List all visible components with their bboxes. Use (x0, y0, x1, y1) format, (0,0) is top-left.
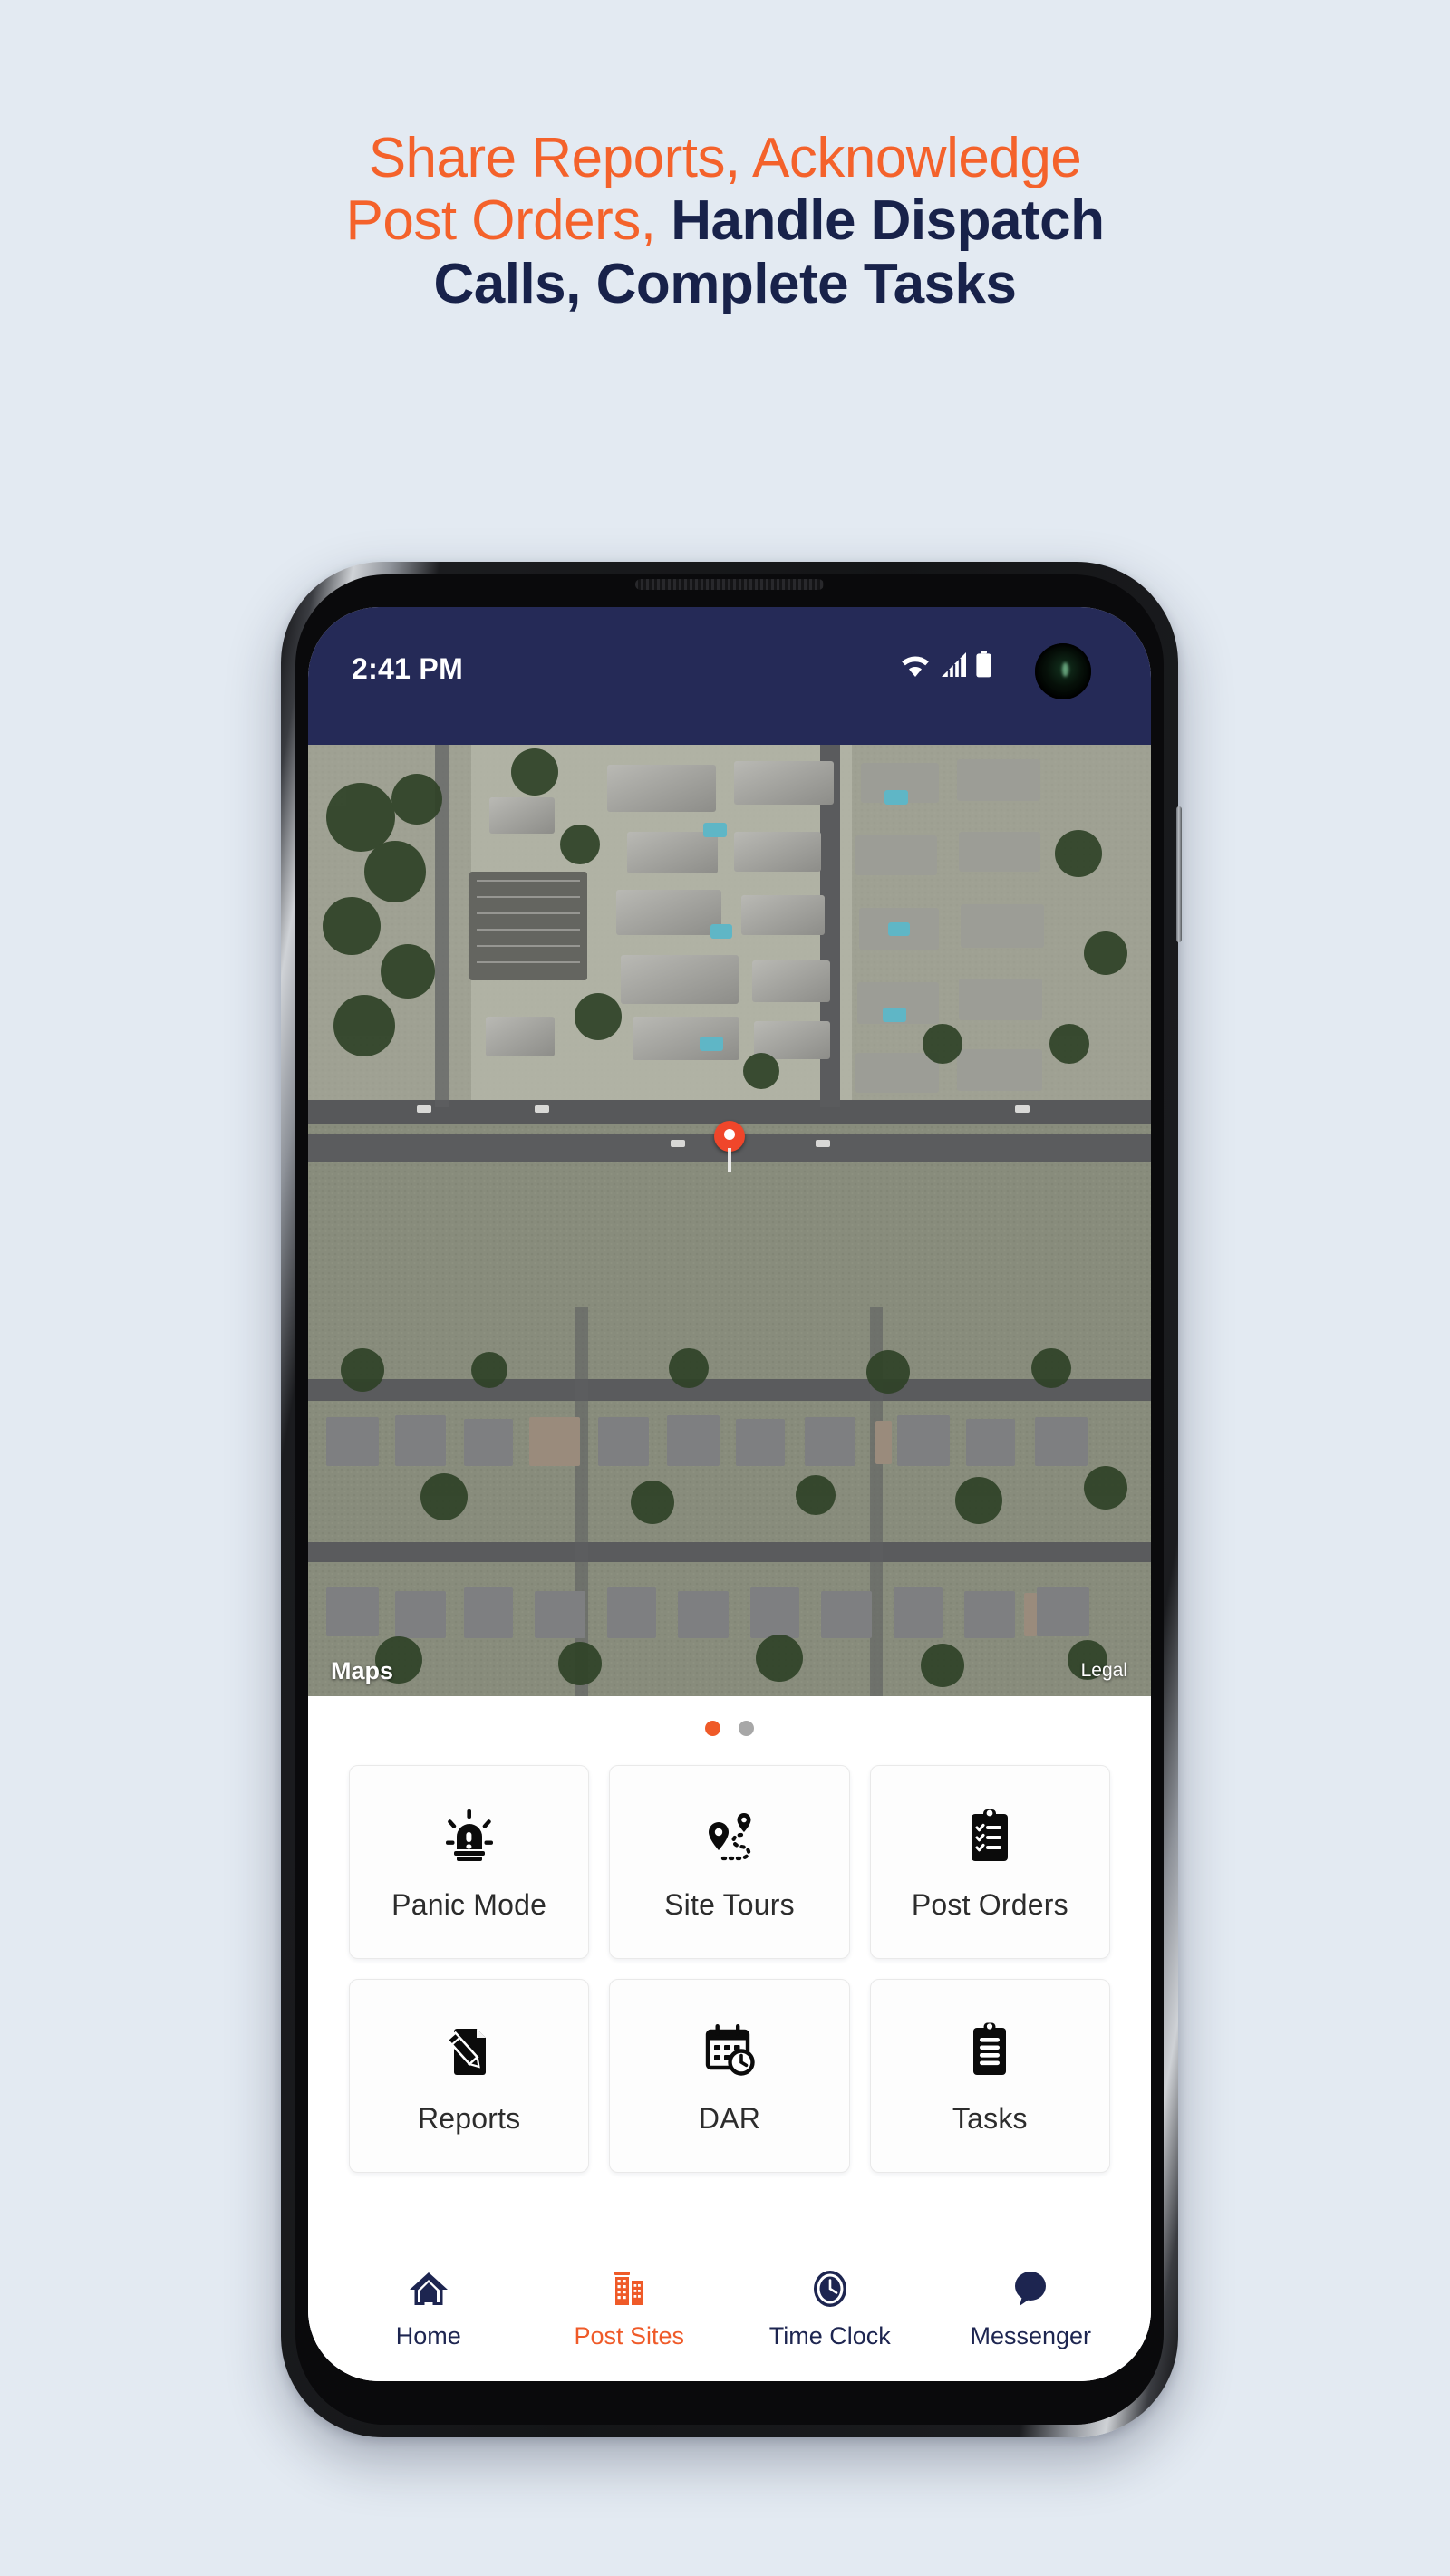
shortcut-card-dar[interactable]: DAR (609, 1979, 850, 2173)
promo-headline: Share Reports, Acknowledge Post Orders, … (0, 127, 1450, 315)
headline-line-2-orange: Post Orders, (345, 189, 657, 253)
earpiece-speaker-icon (635, 579, 824, 590)
chat-bubble-icon (1010, 2267, 1051, 2311)
shortcut-label: DAR (698, 2101, 761, 2135)
headline-line-1: Share Reports, Acknowledge (368, 127, 1082, 189)
cellular-signal-icon (940, 652, 967, 678)
headline-line-3: Calls, Complete Tasks (433, 252, 1017, 315)
shortcut-label: Tasks (952, 2101, 1028, 2135)
home-icon (408, 2267, 450, 2311)
location-pin-marker[interactable] (714, 1121, 745, 1152)
clipboard-lines-icon (956, 2017, 1023, 2084)
phone-bottom-bezel (308, 2381, 1151, 2425)
headline-line-2-navy: Handle Dispatch (655, 189, 1105, 253)
nav-label: Messenger (970, 2322, 1092, 2349)
battery-icon (975, 651, 992, 678)
clipboard-checklist-icon (956, 1803, 1023, 1870)
shortcut-card-reports[interactable]: Reports (349, 1979, 590, 2173)
carousel-dot-1[interactable] (705, 1721, 720, 1736)
headline-line-2: Post Orders, Handle Dispatch (0, 189, 1450, 252)
map-legal-link[interactable]: Legal (1081, 1660, 1127, 1682)
calendar-clock-icon (696, 2017, 763, 2084)
shortcut-label: Site Tours (664, 1887, 795, 1921)
shortcut-label: Post Orders (911, 1887, 1068, 1921)
carousel-dot-2[interactable] (739, 1721, 754, 1736)
promo-screenshot: Share Reports, Acknowledge Post Orders, … (0, 0, 1450, 2576)
nav-item-home[interactable]: Home (328, 2267, 529, 2350)
nav-label: Home (395, 2322, 461, 2349)
map-brand-label: Maps (331, 1657, 394, 1684)
document-pencil-icon (436, 2017, 503, 2084)
wifi-icon (899, 652, 932, 678)
status-bar-clock: 2:41 PM (352, 652, 464, 685)
map-attribution: Maps (328, 1657, 393, 1685)
shortcut-label: Panic Mode (392, 1887, 547, 1921)
route-map-pins-icon (696, 1803, 763, 1870)
bottom-navigation: Home Post Sites Time Clock Messenger (308, 2243, 1151, 2381)
shortcut-card-site-tours[interactable]: Site Tours (609, 1765, 850, 1959)
phone-mockup: 2:41 PM Maps Legal Panic Mode Site Tours… (281, 562, 1182, 2437)
nav-label: Time Clock (768, 2322, 891, 2349)
shortcut-card-post-orders[interactable]: Post Orders (869, 1765, 1110, 1959)
satellite-map-image (308, 745, 1151, 1696)
status-bar-icons (899, 651, 992, 678)
shortcut-card-panic-mode[interactable]: Panic Mode (349, 1765, 590, 1959)
site-map[interactable]: Maps Legal (308, 745, 1151, 1696)
power-button[interactable] (1176, 806, 1182, 942)
carousel-page-dots[interactable] (308, 1696, 1151, 1741)
nav-item-time-clock[interactable]: Time Clock (730, 2267, 931, 2350)
nav-item-messenger[interactable]: Messenger (931, 2267, 1132, 2350)
clock-icon (811, 2267, 849, 2311)
shortcuts-grid: Panic Mode Site Tours Post Orders Report… (308, 1741, 1151, 2173)
siren-alarm-icon (436, 1803, 503, 1870)
nav-item-post-sites[interactable]: Post Sites (529, 2267, 730, 2350)
phone-bezel: 2:41 PM Maps Legal Panic Mode Site Tours… (295, 574, 1164, 2425)
shortcut-label: Reports (417, 2101, 521, 2135)
building-icon (609, 2267, 649, 2311)
nav-label: Post Sites (574, 2322, 685, 2349)
shortcuts-panel: Panic Mode Site Tours Post Orders Report… (308, 1696, 1151, 2381)
status-bar: 2:41 PM (308, 607, 1151, 745)
shortcut-card-tasks[interactable]: Tasks (869, 1979, 1110, 2173)
phone-screen: 2:41 PM Maps Legal Panic Mode Site Tours… (308, 607, 1151, 2381)
front-camera-icon (1035, 643, 1091, 699)
